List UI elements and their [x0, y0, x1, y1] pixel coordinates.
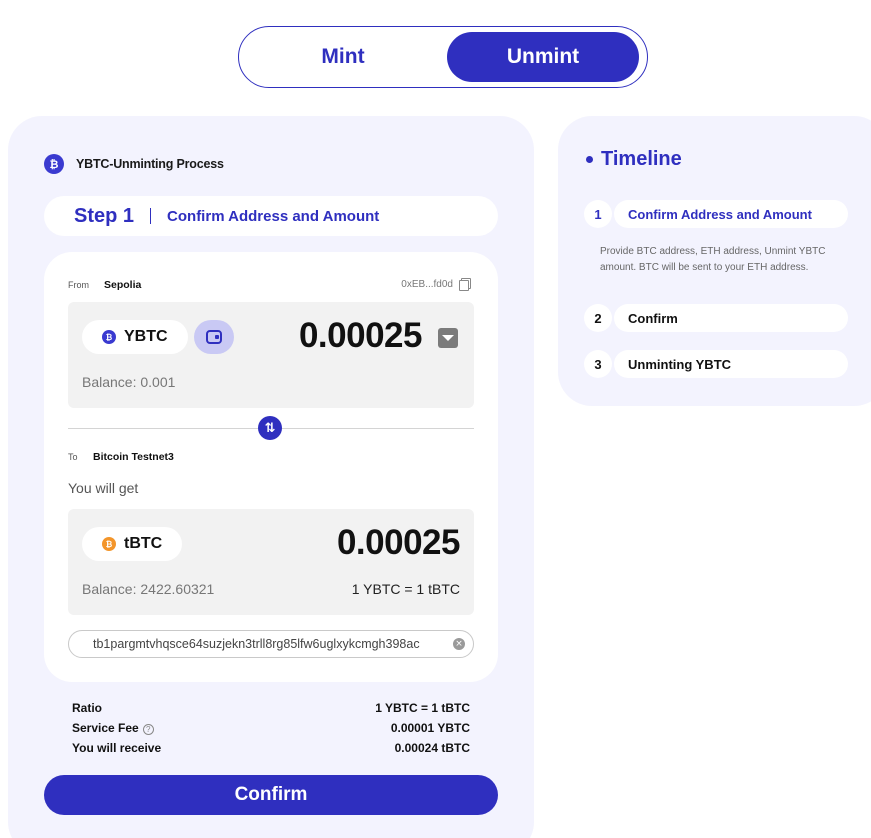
- to-network: Bitcoin Testnet3: [93, 451, 174, 463]
- summary-row-fee: Service Fee? 0.00001 YBTC: [72, 718, 470, 738]
- to-amount: 0.00025: [336, 523, 461, 562]
- ratio-value: 1 YBTC = 1 tBTC: [375, 701, 470, 715]
- step-indicator: Step 1 Confirm Address and Amount: [44, 196, 498, 236]
- timeline-step-2: 2 Confirm: [584, 304, 848, 332]
- timeline-step-description: Provide BTC address, ETH address, Unmint…: [600, 246, 826, 273]
- receive-value: 0.00024 tBTC: [394, 741, 470, 755]
- from-amount[interactable]: 0.00025: [299, 316, 423, 356]
- timeline-step-number: 2: [584, 304, 612, 332]
- to-balance: Balance: 2422.60321: [82, 581, 215, 597]
- from-balance: Balance: 0.001: [82, 374, 176, 390]
- fee-value: 0.00001 YBTC: [390, 721, 470, 735]
- timeline-step-number: 3: [584, 350, 612, 378]
- process-title: YBTC-Unminting Process: [76, 157, 224, 171]
- summary-row-ratio: Ratio 1 YBTC = 1 tBTC: [72, 698, 470, 718]
- unminting-panel: ₿ YBTC-Unminting Process Step 1 Confirm …: [8, 116, 534, 838]
- chevron-down-icon: [442, 335, 454, 341]
- tab-unmint[interactable]: Unmint: [447, 32, 639, 82]
- step-number: Step 1: [74, 204, 135, 227]
- amount-dropdown-button[interactable]: [438, 328, 458, 348]
- to-label: To: [68, 452, 78, 462]
- from-token-name: YBTC: [124, 328, 168, 345]
- btc-address-input[interactable]: [93, 637, 453, 651]
- step-divider: [150, 208, 152, 224]
- swap-icon[interactable]: ⇅: [258, 416, 282, 440]
- timeline-header: Timeline: [586, 148, 682, 171]
- you-will-get-label: You will get: [68, 480, 139, 496]
- from-label: From: [68, 280, 89, 290]
- timeline-step-1: 1 Confirm Address and Amount: [584, 200, 848, 228]
- from-token-selector[interactable]: ₿ YBTC: [82, 320, 188, 354]
- tab-mint[interactable]: Mint: [247, 32, 439, 82]
- clear-icon[interactable]: ×: [453, 638, 465, 650]
- timeline-step-number: 1: [584, 200, 612, 228]
- swap-form-card: From Sepolia 0xEB...fd0d ₿ YBTC 0.00025 …: [44, 252, 498, 682]
- summary-row-receive: You will receive 0.00024 tBTC: [72, 738, 470, 758]
- confirm-button[interactable]: Confirm: [44, 775, 498, 815]
- fee-label: Service Fee: [72, 721, 139, 735]
- timeline-step-label: Unminting YBTC: [614, 350, 848, 378]
- bullet-icon: [586, 156, 593, 163]
- add-to-wallet-button[interactable]: [194, 320, 234, 354]
- ybtc-coin-icon: ₿: [44, 154, 64, 174]
- from-address-text: 0xEB...fd0d: [401, 278, 453, 290]
- tbtc-coin-icon: ₿: [102, 537, 116, 551]
- exchange-rate: 1 YBTC = 1 tBTC: [351, 581, 460, 597]
- timeline-step-3: 3 Unminting YBTC: [584, 350, 848, 378]
- timeline-title: Timeline: [601, 148, 682, 170]
- to-token-name: tBTC: [124, 535, 163, 552]
- process-header: ₿ YBTC-Unminting Process: [44, 154, 224, 174]
- ybtc-coin-icon: ₿: [102, 330, 116, 344]
- wallet-icon: [206, 330, 222, 344]
- from-network: Sepolia: [104, 279, 142, 291]
- step-title: Confirm Address and Amount: [167, 207, 380, 225]
- btc-address-field[interactable]: ×: [68, 630, 474, 658]
- timeline-panel: Timeline 1 Confirm Address and Amount Pr…: [558, 116, 871, 406]
- from-address[interactable]: 0xEB...fd0d: [401, 278, 471, 291]
- ratio-label: Ratio: [72, 701, 102, 715]
- help-icon[interactable]: ?: [142, 724, 154, 735]
- to-token-box: ₿ tBTC 0.00025 Balance: 2422.60321 1 YBT…: [68, 509, 474, 615]
- timeline-step-label: Confirm Address and Amount: [614, 200, 848, 228]
- from-token-box: ₿ YBTC 0.00025 Balance: 0.001: [68, 302, 474, 408]
- timeline-step-label: Confirm: [614, 304, 848, 332]
- fee-label-group: Service Fee?: [72, 721, 154, 735]
- receive-label: You will receive: [72, 741, 162, 755]
- mint-unmint-toggle: Mint Unmint: [238, 26, 648, 88]
- to-token-selector[interactable]: ₿ tBTC: [82, 527, 183, 561]
- copy-icon[interactable]: [459, 278, 471, 291]
- summary-table: Ratio 1 YBTC = 1 tBTC Service Fee? 0.000…: [72, 698, 470, 758]
